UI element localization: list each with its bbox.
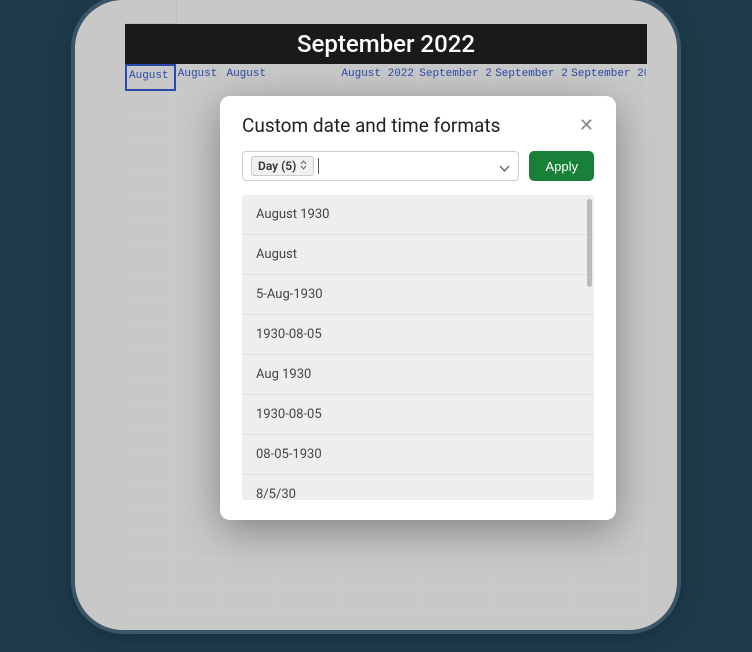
cell[interactable]	[176, 169, 225, 195]
cell[interactable]	[176, 221, 225, 247]
cell[interactable]	[273, 533, 339, 559]
cell[interactable]	[125, 585, 176, 611]
format-token[interactable]: Day (5)	[251, 156, 314, 176]
cell[interactable]	[493, 585, 569, 611]
cell[interactable]	[125, 429, 176, 455]
cell[interactable]	[176, 351, 225, 377]
cell[interactable]	[125, 455, 176, 481]
cell[interactable]	[125, 91, 176, 117]
cell[interactable]: September 2022	[569, 64, 647, 91]
cell[interactable]: August	[224, 64, 273, 91]
cell[interactable]	[417, 585, 493, 611]
cell[interactable]: August 20	[125, 64, 176, 91]
format-option[interactable]: Aug 1930	[242, 355, 594, 395]
sheet-title: September 2022	[297, 30, 475, 58]
cell[interactable]	[339, 559, 417, 585]
cell[interactable]	[176, 533, 225, 559]
format-option[interactable]: 8/5/30	[242, 475, 594, 500]
cell[interactable]	[339, 585, 417, 611]
cell[interactable]: September 202	[417, 64, 493, 91]
cell[interactable]	[125, 221, 176, 247]
cell[interactable]	[176, 195, 225, 221]
close-icon[interactable]: ✕	[579, 117, 594, 135]
cell[interactable]	[224, 533, 273, 559]
cell[interactable]	[125, 351, 176, 377]
cell[interactable]	[125, 559, 176, 585]
column-headers	[125, 0, 647, 24]
apply-button[interactable]: Apply	[529, 151, 594, 181]
cell[interactable]	[125, 117, 176, 143]
cell[interactable]	[569, 533, 647, 559]
chevron-down-icon[interactable]	[499, 157, 510, 176]
cell[interactable]	[339, 533, 417, 559]
format-option[interactable]: 08-05-1930	[242, 435, 594, 475]
cell[interactable]	[569, 585, 647, 611]
cell[interactable]	[273, 585, 339, 611]
format-option[interactable]: 1930-08-05	[242, 395, 594, 435]
cell[interactable]	[176, 507, 225, 533]
cell[interactable]	[224, 585, 273, 611]
data-row: August 20 August 2 August August 2022 Se…	[125, 64, 647, 91]
cell[interactable]	[176, 91, 225, 117]
cell[interactable]	[417, 559, 493, 585]
format-options-list: August 1930August5-Aug-19301930-08-05Aug…	[242, 195, 594, 500]
text-cursor	[318, 158, 319, 174]
cell[interactable]	[125, 377, 176, 403]
cell[interactable]	[125, 299, 176, 325]
cell[interactable]	[125, 403, 176, 429]
sheet-title-row: September 2022	[125, 24, 647, 64]
cell[interactable]	[273, 559, 339, 585]
cell[interactable]	[176, 273, 225, 299]
cell[interactable]	[125, 325, 176, 351]
cell[interactable]	[176, 143, 225, 169]
cell[interactable]: August 2	[176, 64, 225, 91]
cell[interactable]	[125, 195, 176, 221]
cell[interactable]	[417, 533, 493, 559]
cell[interactable]	[125, 247, 176, 273]
dialog-title: Custom date and time formats	[242, 114, 500, 137]
scrollbar-thumb[interactable]	[587, 199, 592, 287]
cell[interactable]	[273, 64, 339, 91]
cell[interactable]	[176, 403, 225, 429]
custom-date-dialog: Custom date and time formats ✕ Day (5) A…	[220, 96, 616, 520]
cell[interactable]	[493, 559, 569, 585]
cell[interactable]	[176, 299, 225, 325]
cell[interactable]	[176, 429, 225, 455]
cell[interactable]	[176, 325, 225, 351]
cell[interactable]	[176, 481, 225, 507]
token-label: Day (5)	[258, 159, 296, 173]
cell[interactable]	[125, 143, 176, 169]
cell[interactable]	[176, 455, 225, 481]
cell[interactable]	[224, 559, 273, 585]
cell[interactable]	[176, 117, 225, 143]
cell[interactable]	[125, 507, 176, 533]
format-option[interactable]: August 1930	[242, 195, 594, 235]
cell[interactable]	[569, 559, 647, 585]
cell[interactable]	[176, 559, 225, 585]
cell[interactable]: September 202	[493, 64, 569, 91]
cell[interactable]	[493, 533, 569, 559]
cell[interactable]	[125, 533, 176, 559]
format-option[interactable]: August	[242, 235, 594, 275]
cell[interactable]: August 2022	[339, 64, 417, 91]
stepper-icon[interactable]	[300, 160, 307, 172]
cell[interactable]	[125, 481, 176, 507]
cell[interactable]	[176, 377, 225, 403]
cell[interactable]	[176, 247, 225, 273]
format-input[interactable]: Day (5)	[242, 151, 519, 181]
cell[interactable]	[176, 585, 225, 611]
options-scroll[interactable]: August 1930August5-Aug-19301930-08-05Aug…	[242, 195, 594, 500]
cell[interactable]	[125, 169, 176, 195]
format-option[interactable]: 5-Aug-1930	[242, 275, 594, 315]
format-option[interactable]: 1930-08-05	[242, 315, 594, 355]
cell[interactable]	[125, 273, 176, 299]
